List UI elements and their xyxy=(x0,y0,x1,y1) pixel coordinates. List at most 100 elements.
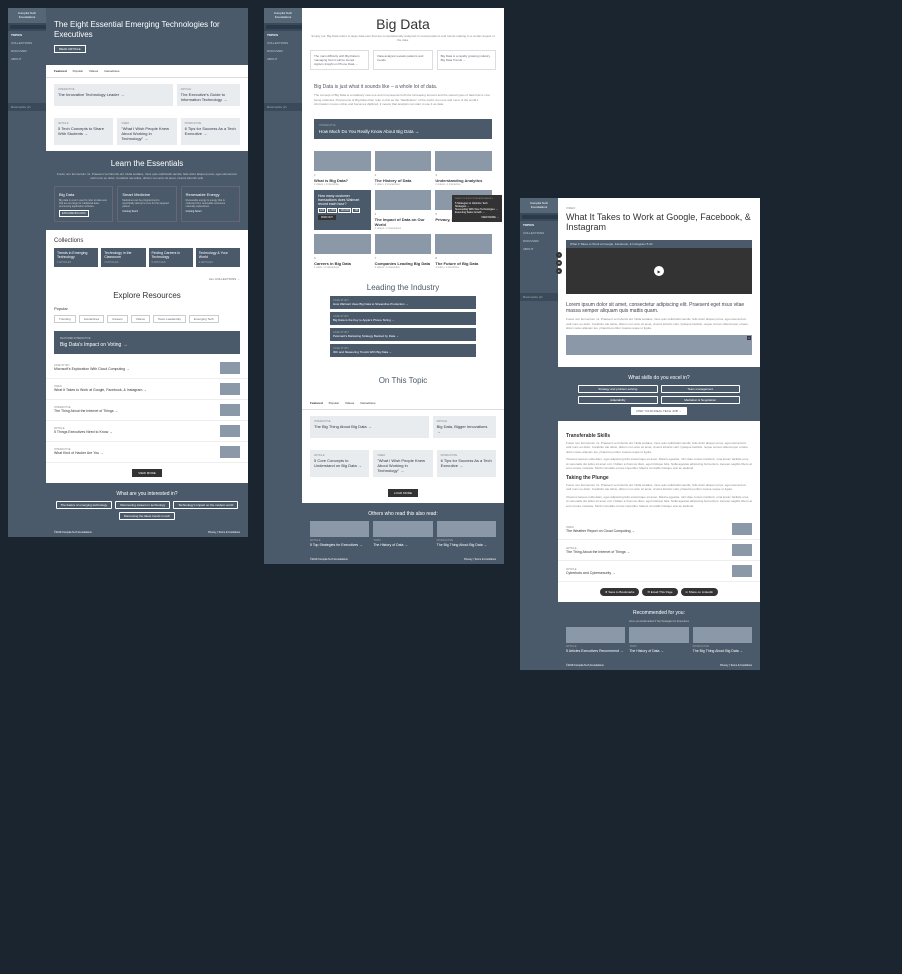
skill-pill[interactable]: Strategy and problem-solving xyxy=(578,385,658,393)
topic-card[interactable]: ARTICLEBig Data, Bigger Innovations → xyxy=(433,416,496,438)
nav-about[interactable]: ABOUT xyxy=(264,55,302,63)
nav-discover[interactable]: DISCOVER xyxy=(520,237,558,245)
also-card[interactable]: ARTICLE5 Top Strategies for Executives → xyxy=(310,521,369,547)
topic-card[interactable]: ARTICLE5 Core Concepts to Understand on … xyxy=(310,450,369,477)
quiz-card[interactable]: How many customer transactions does Walm… xyxy=(314,190,371,230)
essential-card[interactable]: Renewable EnergyRenewable energy is ener… xyxy=(181,186,240,222)
email-icon[interactable]: ✉ xyxy=(556,260,562,266)
nav-collections[interactable]: COLLECTIONS xyxy=(264,39,302,47)
quiz-option[interactable]: 100 xyxy=(318,208,326,213)
topic-card[interactable]: VIDEO"What I Wish People Knew About Work… xyxy=(373,450,432,477)
essential-card[interactable]: Smart MedicineMedicines can be programme… xyxy=(117,186,176,222)
brand-logo[interactable]: Comptia Tech Foundations xyxy=(8,8,46,23)
interest-pill[interactable]: Technology's impact on the modern world xyxy=(173,501,238,509)
find-out-button[interactable]: FIND OUT xyxy=(318,215,336,220)
rec-card[interactable]: TOPICThe History of Data → xyxy=(629,627,688,653)
email-button[interactable]: ✉ Email This Page xyxy=(642,588,677,596)
tab-featured[interactable]: Featured xyxy=(54,69,67,73)
info-box[interactable]: The main difficulty with Big Data is man… xyxy=(310,50,369,70)
bookmarks-link[interactable]: Bookmarks (2) xyxy=(8,103,46,111)
quiz-option[interactable]: 1M xyxy=(352,208,359,213)
tab-popular[interactable]: Popular xyxy=(73,69,83,73)
tab[interactable]: Interactives xyxy=(360,401,375,405)
bookmarks-link[interactable]: Bookmarks (2) xyxy=(520,293,558,301)
nav-collections[interactable]: COLLECTIONS xyxy=(8,39,46,47)
tooltip-link[interactable]: Executing Sales Growth → xyxy=(455,211,499,214)
also-card[interactable]: TOPICThe History of Data → xyxy=(373,521,432,547)
explore-button[interactable]: EXPLORE BIG DATA xyxy=(59,210,89,217)
article-card[interactable]: VIDEO"What I Wish People Knew About Work… xyxy=(117,118,176,145)
interest-pill[interactable]: The basics of emerging technology xyxy=(56,501,113,509)
read-article-button[interactable]: READ ARTICLE xyxy=(54,45,86,53)
topic-card[interactable]: INTERACTIVEThe Big Thing About Big Data … xyxy=(310,416,429,438)
grid-card[interactable]: 6Careers in Big Data1 video • 2 interact… xyxy=(314,234,371,269)
case-study-item[interactable]: CASE STUDYBig Data is the Key to Apple's… xyxy=(330,312,476,325)
tag-filter[interactable]: Videos xyxy=(131,315,150,323)
search[interactable]: ⌕ xyxy=(520,213,558,221)
tab-videos[interactable]: Videos xyxy=(89,69,98,73)
list-item[interactable]: ARTICLE5 Things Executives Need to Know … xyxy=(46,421,248,442)
tab-interactives[interactable]: Interactives xyxy=(104,69,119,73)
topic-card[interactable]: INTERACTIVE6 Tips for Success As a Tech … xyxy=(437,450,496,477)
video-frame[interactable]: ▶ xyxy=(566,248,752,294)
grid-card[interactable]: 8The Future of Big Data1 video • 1 inter… xyxy=(435,234,492,269)
essential-card[interactable]: Big DataBig data is a term used to refer… xyxy=(54,186,113,222)
rec-card[interactable]: INTERACTIVEThe Big Thing About Big Data … xyxy=(693,627,752,653)
grid-card[interactable]: 2The History of Data1 video • 2 interact… xyxy=(375,151,432,186)
list-item[interactable]: INTERACTIVEWhat Kind of Hacker Are You → xyxy=(46,442,248,463)
list-item[interactable]: VIDEOWhat It Takes to Work at Google, Fa… xyxy=(46,379,248,400)
grid-card[interactable]: 5Privacy, Security, WHAT TOP EXECUTIVES … xyxy=(435,190,492,230)
interest-pill[interactable]: Discovering careers in technology xyxy=(115,501,170,509)
nav-collections[interactable]: COLLECTIONS xyxy=(520,229,558,237)
tab[interactable]: Featured xyxy=(310,401,323,405)
collection-card[interactable]: Technology & Your World4 ARTICLES xyxy=(196,248,240,267)
linkedin-icon[interactable]: in xyxy=(556,268,562,274)
nav-topics[interactable]: TOPICS xyxy=(264,31,302,39)
nav-topics[interactable]: TOPICS xyxy=(520,221,558,229)
close-icon[interactable]: × xyxy=(747,336,751,340)
cta-card[interactable]: INTERACTIVE How Much Do You Really Know … xyxy=(314,119,492,139)
bookmarks-link[interactable]: Bookmarks (2) xyxy=(264,103,302,111)
featured-card[interactable]: INTERACTIVEThe Innovative Technology Lea… xyxy=(54,84,173,106)
grid-card[interactable]: 7Companies Leading Big Data2 videos • 1 … xyxy=(375,234,432,269)
case-study-item[interactable]: CASE STUDYHow Walmart Uses Big Data to S… xyxy=(330,296,476,309)
brand-logo[interactable]: Comptia Tech Foundations xyxy=(264,8,302,23)
tag-filter[interactable]: Emerging Tech xyxy=(189,315,219,323)
footer-links[interactable]: Privacy | Terms & Conditions xyxy=(208,531,240,534)
collection-card[interactable]: Technology in the Classroom3 ARTICLES xyxy=(101,248,145,267)
skill-pill[interactable]: Adaptability xyxy=(578,396,658,404)
quiz-option[interactable]: 1,000 xyxy=(327,208,337,213)
nav-about[interactable]: ABOUT xyxy=(520,245,558,253)
footer-links[interactable]: Privacy | Terms & Conditions xyxy=(720,664,752,667)
view-more-button[interactable]: VIEW MORE xyxy=(132,469,162,477)
case-study-item[interactable]: CASE STUDYIDC and Measuring Trends With … xyxy=(330,344,476,357)
article-card[interactable]: INTERACTIVE6 Tips for Success As a Tech … xyxy=(181,118,240,145)
article-card[interactable]: ARTICLE5 Tech Concepts to Share With Stu… xyxy=(54,118,113,145)
info-box[interactable]: Data analysis reveals patterns and trend… xyxy=(373,50,432,70)
skill-pill[interactable]: Team management xyxy=(661,385,741,393)
rec-card[interactable]: ARTICLE5 Articles Executives Recommend → xyxy=(566,627,625,653)
grid-card[interactable]: 3Understanding Analytics2 videos • 1 int… xyxy=(435,151,492,186)
bookmark-button[interactable]: ★ Save to Bookmarks xyxy=(600,588,640,596)
featured-card[interactable]: ARTICLEThe Executive's Guide to Informat… xyxy=(177,84,240,106)
also-card[interactable]: INTERACTIVEThe Big Thing About Big Data … xyxy=(437,521,496,547)
search[interactable]: ⌕ xyxy=(8,23,46,31)
tag-filter[interactable]: Interactives xyxy=(79,315,104,323)
list-item[interactable]: CASE STUDYMicrosoft's Exploration With C… xyxy=(46,358,248,379)
quiz-option[interactable]: 100,000 xyxy=(338,208,351,213)
play-icon[interactable]: ▶ xyxy=(654,266,664,276)
case-study-item[interactable]: CASE STUDYPetsmart's Marketing Strategy … xyxy=(330,328,476,341)
nav-discover[interactable]: DISCOVER xyxy=(8,47,46,55)
view-more-link[interactable]: VIEW MORE → xyxy=(455,216,499,219)
collection-card[interactable]: Trends in Emerging Technology4 ARTICLES xyxy=(54,248,98,267)
search[interactable]: ⌕ xyxy=(264,23,302,31)
nav-discover[interactable]: DISCOVER xyxy=(264,47,302,55)
brand-logo[interactable]: Comptia Tech Foundations xyxy=(520,198,558,213)
info-box[interactable]: Big Data is a rapidly growing industry. … xyxy=(437,50,496,70)
interest-pill[interactable]: Discussing the latest trends in tech xyxy=(119,512,175,520)
tag-filter[interactable]: Careers xyxy=(107,315,128,323)
load-more-button[interactable]: LOAD MORE xyxy=(388,489,418,497)
all-collections-link[interactable]: ALL COLLECTIONS → xyxy=(46,275,248,283)
related-item[interactable]: VIDEOThe Weather Report on Cloud Computi… xyxy=(558,519,760,540)
nav-about[interactable]: ABOUT xyxy=(8,55,46,63)
